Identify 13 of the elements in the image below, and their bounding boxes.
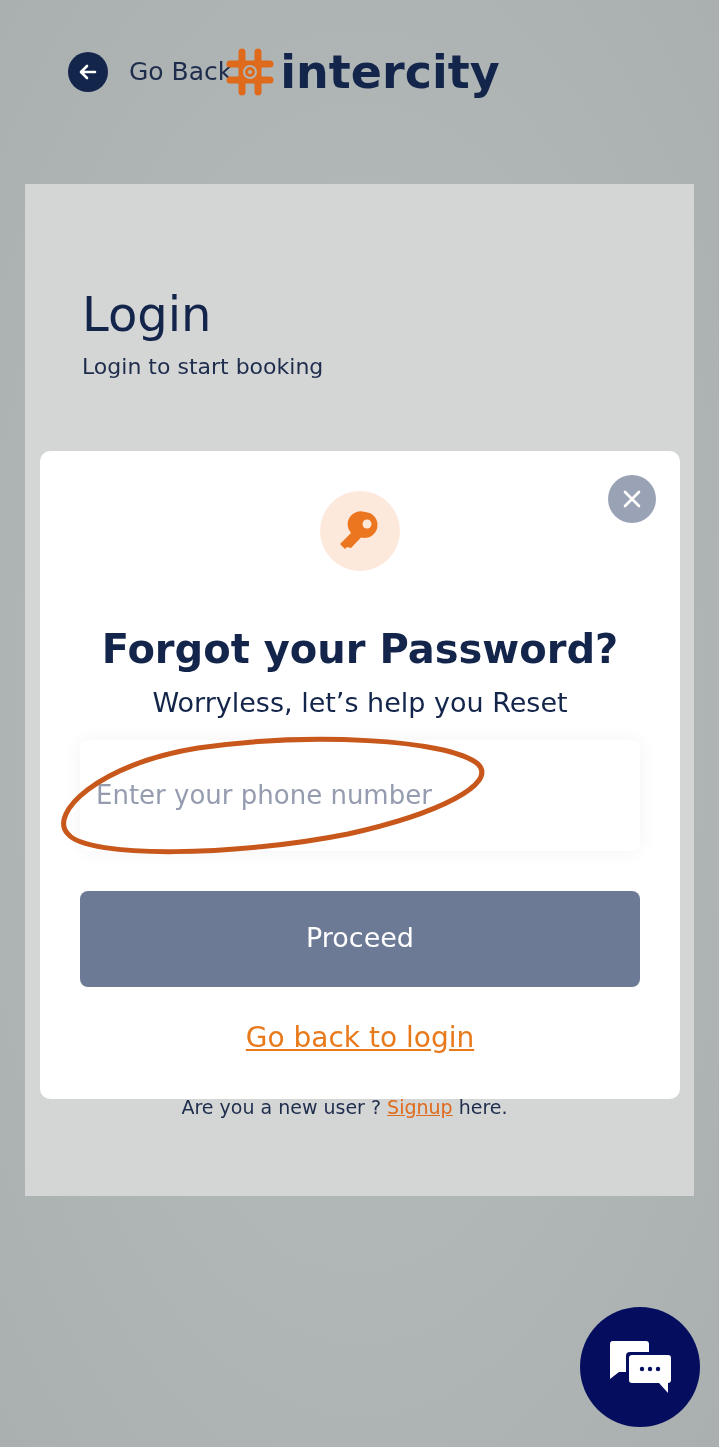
modal-title: Forgot your Password? (101, 625, 619, 674)
back-to-login-link[interactable]: Go back to login (245, 1016, 475, 1059)
login-subtitle: Login to start booking (82, 353, 325, 381)
close-icon (623, 490, 641, 508)
modal-subtitle: Worryless, let’s help you Reset (152, 686, 568, 720)
proceed-button[interactable]: Proceed (80, 890, 640, 987)
back-link[interactable]: Go Back (129, 53, 233, 91)
phone-input-field[interactable]: Enter your phone number (80, 739, 640, 851)
back-button[interactable] (68, 52, 108, 92)
back-arrow-icon (79, 64, 97, 80)
login-title: Login (82, 285, 213, 344)
signup-link[interactable]: Signup (387, 1096, 453, 1118)
chat-bubbles-icon (608, 1339, 672, 1395)
